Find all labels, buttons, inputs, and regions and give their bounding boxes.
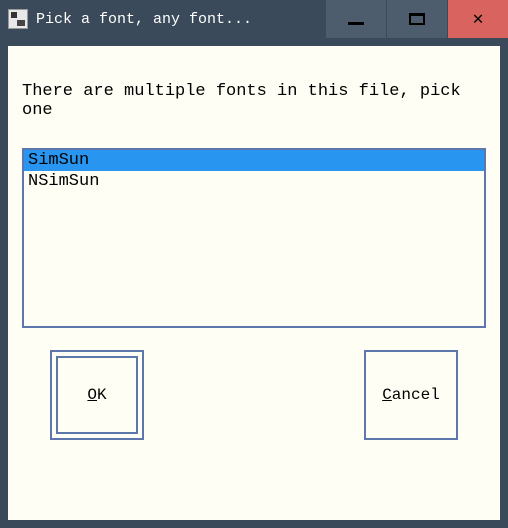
app-icon <box>8 9 28 29</box>
ok-mnemonic: O <box>87 386 97 404</box>
dialog-panel: There are multiple fonts in this file, p… <box>8 46 500 520</box>
window-frame: Pick a font, any font... ✕ There are mul… <box>0 0 508 528</box>
cancel-rest: ancel <box>392 386 440 404</box>
window-title: Pick a font, any font... <box>36 11 252 28</box>
dialog-button-row: OK Cancel <box>22 350 486 448</box>
minimize-icon <box>348 22 364 25</box>
close-icon: ✕ <box>473 8 484 30</box>
cancel-mnemonic: C <box>382 386 392 404</box>
list-item[interactable]: SimSun <box>24 150 484 171</box>
list-item[interactable]: NSimSun <box>24 171 484 192</box>
titlebar-left: Pick a font, any font... <box>0 9 325 29</box>
minimize-button[interactable] <box>326 0 386 38</box>
ok-button[interactable]: OK <box>50 350 144 440</box>
cancel-button[interactable]: Cancel <box>364 350 458 440</box>
maximize-button[interactable] <box>387 0 447 38</box>
maximize-icon <box>409 13 425 25</box>
window-body: There are multiple fonts in this file, p… <box>0 38 508 528</box>
font-listbox[interactable]: SimSun NSimSun <box>22 148 486 328</box>
dialog-prompt: There are multiple fonts in this file, p… <box>22 82 486 120</box>
titlebar-buttons: ✕ <box>325 0 508 38</box>
ok-rest: K <box>97 386 107 404</box>
titlebar: Pick a font, any font... ✕ <box>0 0 508 38</box>
close-button[interactable]: ✕ <box>448 0 508 38</box>
